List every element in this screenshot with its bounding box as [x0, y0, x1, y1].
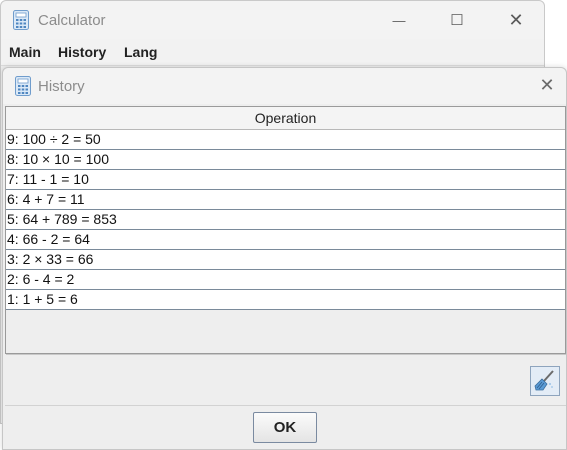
column-header-operation[interactable]: Operation — [6, 107, 565, 130]
button-bar-separator — [5, 405, 566, 406]
main-window-title: Calculator — [38, 12, 106, 29]
table-divider — [6, 354, 567, 355]
table-row[interactable]: 2: 6 - 4 = 2 — [6, 270, 565, 290]
calculator-icon — [15, 76, 31, 96]
table-row[interactable]: 1: 1 + 5 = 6 — [6, 290, 565, 310]
ok-button-label: OK — [273, 419, 297, 436]
table-row[interactable]: 8: 10 × 10 = 100 — [6, 150, 565, 170]
menu-lang[interactable]: Lang — [124, 44, 157, 60]
maximize-button[interactable]: ☐ — [434, 1, 480, 39]
menubar: Main History Lang — [1, 39, 544, 66]
table-row[interactable]: 6: 4 + 7 = 11 — [6, 190, 565, 210]
close-button[interactable]: ✕ — [493, 1, 539, 39]
close-icon: ✕ — [539, 74, 555, 95]
minimize-button[interactable]: — — [376, 1, 422, 39]
dialog-title: History — [38, 78, 85, 95]
menu-main[interactable]: Main — [9, 44, 41, 60]
history-table[interactable]: Operation 9: 100 ÷ 2 = 50 8: 10 × 10 = 1… — [5, 106, 566, 354]
table-row[interactable]: 9: 100 ÷ 2 = 50 — [6, 130, 565, 150]
menu-history[interactable]: History — [58, 44, 106, 60]
clear-history-button[interactable] — [530, 366, 560, 396]
table-row[interactable]: 4: 66 - 2 = 64 — [6, 230, 565, 250]
table-row[interactable]: 5: 64 + 789 = 853 — [6, 210, 565, 230]
dialog-titlebar[interactable]: History ✕ — [3, 68, 566, 104]
minimize-icon: — — [392, 12, 406, 28]
close-icon: ✕ — [508, 9, 524, 30]
table-row[interactable]: 3: 2 × 33 = 66 — [6, 250, 565, 270]
dialog-close-button[interactable]: ✕ — [532, 70, 562, 100]
calculator-icon — [13, 10, 29, 30]
maximize-icon: ☐ — [450, 12, 464, 29]
broom-icon — [534, 370, 554, 391]
ok-button[interactable]: OK — [253, 412, 317, 443]
main-titlebar[interactable]: Calculator — ☐ ✕ — [1, 1, 544, 39]
table-row[interactable]: 7: 11 - 1 = 10 — [6, 170, 565, 190]
history-rows: 9: 100 ÷ 2 = 50 8: 10 × 10 = 100 7: 11 -… — [6, 130, 565, 310]
history-dialog: History ✕ Operation 9: 100 ÷ 2 = 50 8: 1… — [2, 67, 567, 450]
